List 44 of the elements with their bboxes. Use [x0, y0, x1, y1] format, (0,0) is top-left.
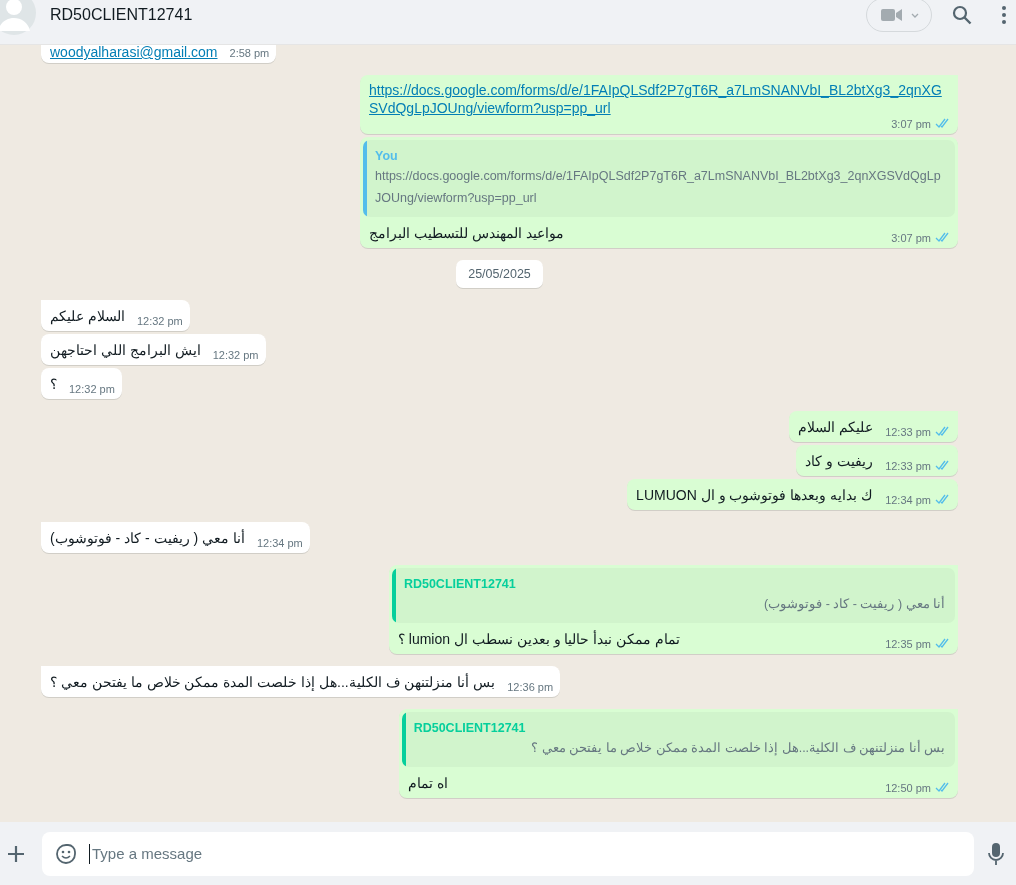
- quote-text: https://docs.google.com/forms/d/e/1FAIpQLSdf2P7gT6R_a7LmSNANVbI_BL2btXg3_2qnXGSVdQgLpJOUng/viewform?usp=pp_url: [375, 168, 942, 207]
- message-text: أنا معي ( ريفيت - كاد - فوتوشوب): [50, 528, 245, 547]
- message-time: 12:36 pm: [507, 679, 554, 695]
- quoted-message[interactable]: You https://docs.google.com/forms/d/e/1FAIpQLSdf2P7gT6R_a7LmSNANVbI_BL2btXg3_2qnXGSVdQgLpJOUng/viewform?usp=pp_url: [363, 140, 955, 217]
- message-text: ريفيت و كاد: [805, 452, 874, 470]
- menu-icon[interactable]: [1002, 6, 1006, 24]
- plus-icon[interactable]: [6, 843, 26, 864]
- message-text: اه تمام: [407, 774, 448, 792]
- message-time: 12:32 pm: [136, 313, 183, 329]
- message-text: ك بدايه وبعدها فوتوشوب و ال LUMUON: [636, 486, 874, 504]
- message-text: السلام عليكم: [50, 307, 125, 325]
- quote-text: أنا معي ( ريفيت - كاد - فوتوشوب): [763, 595, 945, 614]
- caret-icon: [911, 12, 919, 18]
- quote-text: بس أنا منزلتنهن ف الكلية...هل إذا خلصت المدة ممكن خلاص ما يفتحن معي ؟: [530, 739, 945, 758]
- message-text: ؟: [50, 375, 57, 393]
- message-time: 2:58 pm: [229, 45, 270, 61]
- search-icon[interactable]: [952, 5, 972, 25]
- video-camera-icon: [881, 8, 903, 22]
- message-time: 12:32 pm: [212, 347, 259, 363]
- message-time: 12:50 pm: [885, 780, 931, 796]
- message-input-field[interactable]: Type a message: [42, 831, 974, 876]
- message-time: 12:33 pm: [885, 424, 931, 440]
- message-time: 3:07 pm: [891, 230, 931, 246]
- sticker-icon[interactable]: [55, 842, 77, 865]
- quote-author: RD50CLIENT12741: [403, 576, 517, 593]
- message-link[interactable]: woodyalharasi@gmail.com: [50, 45, 218, 61]
- contact-name: RD50CLIENT12741: [50, 6, 194, 24]
- message-text: ايش البرامج اللي احتاجهن: [50, 341, 201, 359]
- message-time: 12:34 pm: [885, 492, 931, 508]
- message-text: تمام ممكن نبدأ حاليا و بعدين نسطب ال lumion ؟: [397, 629, 681, 648]
- message-link[interactable]: https://docs.google.com/forms/d/e/1FAIpQLSdf2P7gT6R_a7LmSNANVbI_BL2btXg3_2qnXGSVdQgLpJOUng/viewform?usp=pp_url: [369, 81, 951, 117]
- message-time: 12:34 pm: [256, 535, 303, 551]
- message-time: 12:35 pm: [885, 636, 931, 652]
- quote-author: RD50CLIENT12741: [413, 720, 527, 737]
- text-cursor: [89, 843, 90, 864]
- message-text: مواعيد المهندس للتسطيب البرامج: [369, 224, 564, 242]
- quote-author: You: [375, 148, 399, 165]
- message-time: 12:33 pm: [885, 458, 931, 474]
- message-text: بس أنا منزلتنهن ف الكلية...هل إذا خلصت المدة ممكن خلاص ما يفتحن معي ؟: [50, 672, 496, 691]
- message-time: 3:07 pm: [891, 116, 931, 132]
- message-time: 12:32 pm: [69, 381, 115, 397]
- date-chip: 25/05/2025: [456, 260, 543, 288]
- message-text: عليكم السلام: [798, 418, 874, 436]
- microphone-icon[interactable]: [988, 841, 1004, 866]
